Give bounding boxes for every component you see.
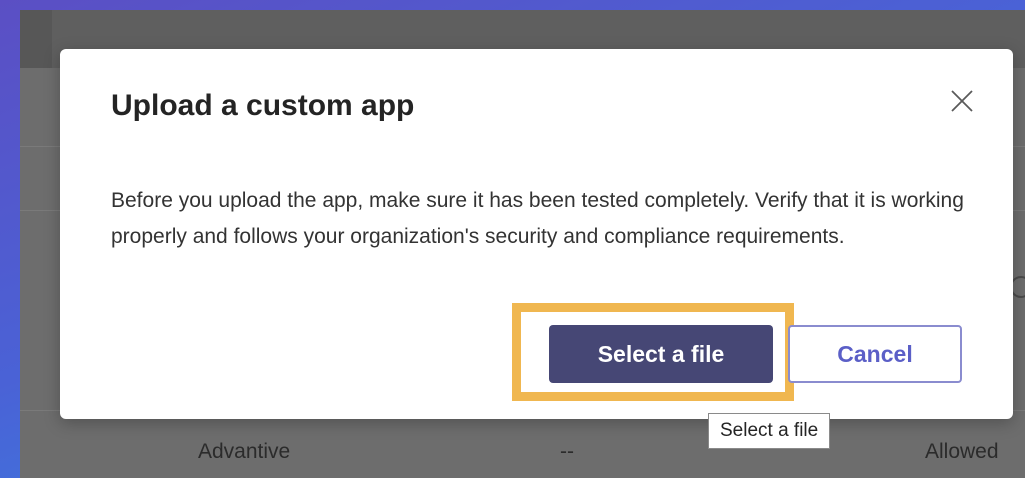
dialog-description: Before you upload the app, make sure it … [111,189,964,248]
background-sidebar-stub [20,10,52,68]
dialog-title: Upload a custom app [111,89,415,122]
select-file-button[interactable]: Select a file [549,325,773,383]
upload-custom-app-dialog: Upload a custom app Before you upload th… [60,49,1013,419]
close-icon [951,90,973,112]
close-button[interactable] [948,87,976,115]
background-status: Allowed [925,440,999,463]
cancel-button[interactable]: Cancel [788,325,962,383]
background-app-name: Advantive [198,440,291,463]
background-middle-value: -- [560,440,574,463]
select-file-tooltip: Select a file [708,413,831,449]
